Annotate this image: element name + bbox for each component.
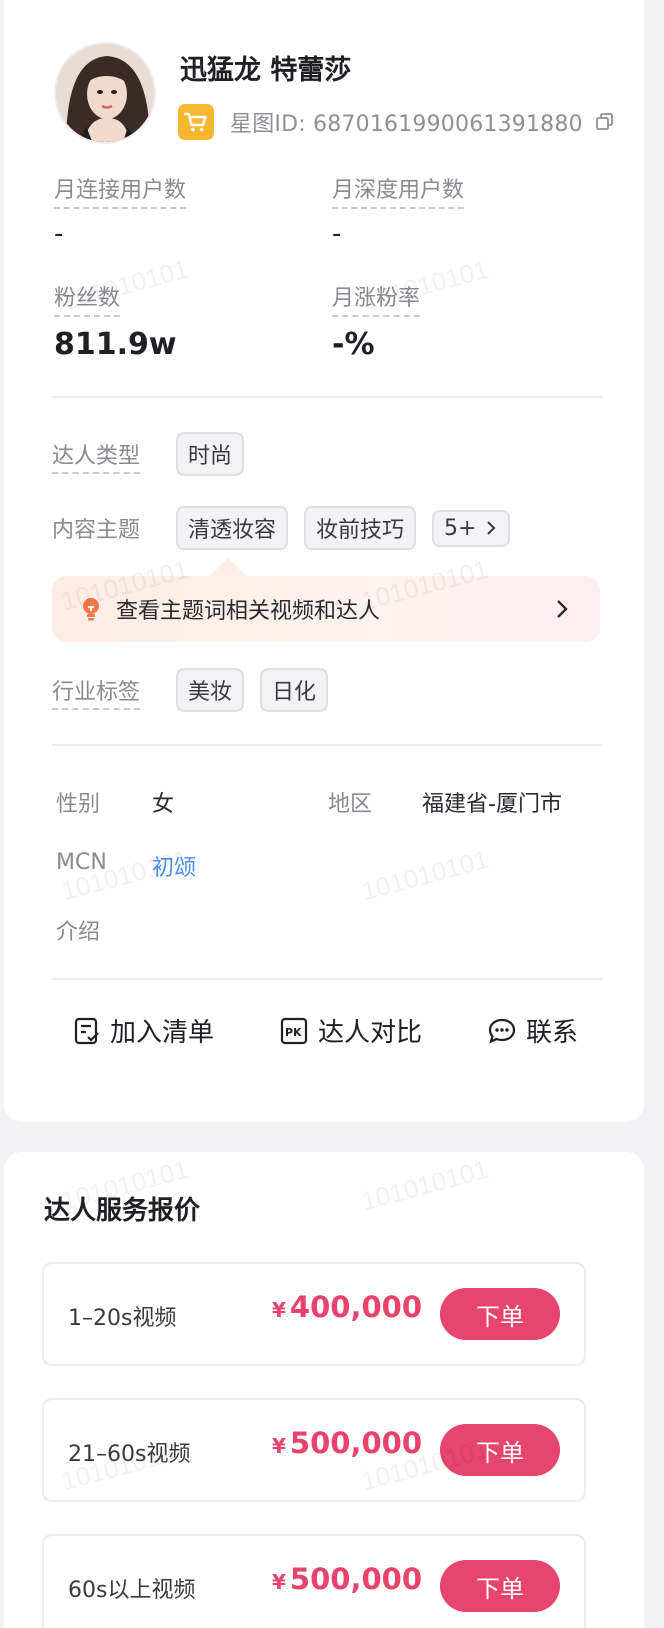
metric-value: - bbox=[332, 219, 342, 249]
divider bbox=[52, 396, 602, 398]
content-topic-row: 内容主题 清透妆容 妆前技巧 5+ bbox=[52, 506, 526, 550]
tag[interactable]: 妆前技巧 bbox=[304, 506, 417, 550]
metric-label[interactable]: 月连接用户数 bbox=[54, 172, 187, 209]
profile-card: 迅猛龙 特蕾莎 星图ID: 6870161990061391880 月连接用户数… bbox=[4, 0, 644, 1122]
creator-type-label: 达人类型 bbox=[52, 438, 176, 474]
topic-banner-text: 查看主题词相关视频和达人 bbox=[116, 599, 381, 624]
industry-tag-row: 行业标签 美妆 日化 bbox=[52, 668, 344, 712]
price-item-name: 21–60s视频 bbox=[68, 1442, 191, 1467]
svg-text:PK: PK bbox=[285, 1026, 302, 1039]
content-topic-label: 内容主题 bbox=[52, 518, 141, 543]
price-row: 60s以上视频 ¥500,000 下单 bbox=[42, 1534, 586, 1628]
more-topics-button[interactable]: 5+ bbox=[432, 509, 511, 547]
tag[interactable]: 美妆 bbox=[176, 668, 245, 712]
price-item-price: ¥500,000 bbox=[271, 1562, 422, 1596]
tag[interactable]: 时尚 bbox=[176, 432, 245, 476]
chat-bubble-icon bbox=[488, 1018, 516, 1044]
mcn-label: MCN bbox=[56, 850, 107, 875]
tag[interactable]: 清透妆容 bbox=[176, 506, 289, 550]
add-to-list-label: 加入清单 bbox=[110, 1018, 215, 1048]
lightbulb-icon bbox=[83, 598, 99, 621]
metric-label[interactable]: 月深度用户数 bbox=[332, 172, 465, 209]
metric-label[interactable]: 粉丝数 bbox=[54, 280, 121, 317]
price-row: 21–60s视频 ¥500,000 下单 bbox=[42, 1398, 586, 1502]
price-item-name: 1–20s视频 bbox=[68, 1306, 177, 1331]
metric-followers: 粉丝数 811.9w bbox=[54, 280, 177, 362]
price-item-price: ¥500,000 bbox=[271, 1426, 422, 1460]
price-item-price: ¥400,000 bbox=[271, 1290, 422, 1324]
intro-label: 介绍 bbox=[56, 920, 101, 945]
region-label: 地区 bbox=[328, 792, 373, 817]
price-row: 1–20s视频 ¥400,000 下单 bbox=[42, 1262, 586, 1366]
tag[interactable]: 日化 bbox=[260, 668, 329, 712]
star-id-row: 星图ID: 6870161990061391880 bbox=[178, 104, 615, 140]
metric-follower-growth-rate: 月涨粉率 -% bbox=[332, 280, 421, 362]
gender-value: 女 bbox=[152, 792, 175, 817]
metric-monthly-deep-users: 月深度用户数 - bbox=[332, 172, 465, 249]
compare-creators-button[interactable]: PK 达人对比 bbox=[280, 1012, 422, 1049]
contact-label: 联系 bbox=[526, 1018, 579, 1048]
metric-monthly-connected-users: 月连接用户数 - bbox=[54, 172, 187, 249]
order-button[interactable]: 下单 bbox=[440, 1560, 560, 1612]
add-to-list-button[interactable]: 加入清单 bbox=[74, 1012, 214, 1049]
metric-value: 811.9w bbox=[54, 327, 177, 362]
more-topics-count: 5+ bbox=[444, 515, 477, 541]
pricing-title: 达人服务报价 bbox=[44, 1196, 201, 1226]
price-item-name: 60s以上视频 bbox=[68, 1578, 196, 1603]
star-id: 星图ID: 6870161990061391880 bbox=[230, 112, 583, 137]
divider bbox=[52, 744, 602, 746]
banner-pointer bbox=[210, 558, 246, 576]
metric-value: - bbox=[54, 219, 64, 249]
avatar-image bbox=[56, 44, 154, 142]
chevron-right-icon bbox=[487, 521, 496, 535]
list-check-icon bbox=[74, 1017, 99, 1044]
topic-related-banner[interactable]: 查看主题词相关视频和达人 bbox=[52, 576, 600, 642]
metric-value: -% bbox=[332, 327, 375, 362]
region-value: 福建省-厦门市 bbox=[422, 792, 562, 817]
copy-icon[interactable] bbox=[595, 112, 615, 132]
order-button[interactable]: 下单 bbox=[440, 1424, 560, 1476]
gender-label: 性别 bbox=[56, 792, 101, 817]
mcn-link[interactable]: 初颂 bbox=[152, 850, 196, 882]
creator-name: 迅猛龙 特蕾莎 bbox=[180, 55, 352, 86]
metric-label[interactable]: 月涨粉率 bbox=[332, 280, 421, 317]
avatar[interactable] bbox=[54, 42, 156, 144]
industry-tag-label: 行业标签 bbox=[52, 674, 176, 710]
shop-cart-icon bbox=[178, 104, 214, 140]
chevron-right-icon bbox=[557, 600, 568, 618]
pk-icon: PK bbox=[280, 1017, 308, 1044]
divider bbox=[52, 978, 602, 980]
contact-button[interactable]: 联系 bbox=[488, 1012, 578, 1049]
creator-type-row: 达人类型 时尚 bbox=[52, 432, 260, 476]
order-button[interactable]: 下单 bbox=[440, 1288, 560, 1340]
compare-creators-label: 达人对比 bbox=[318, 1018, 423, 1048]
